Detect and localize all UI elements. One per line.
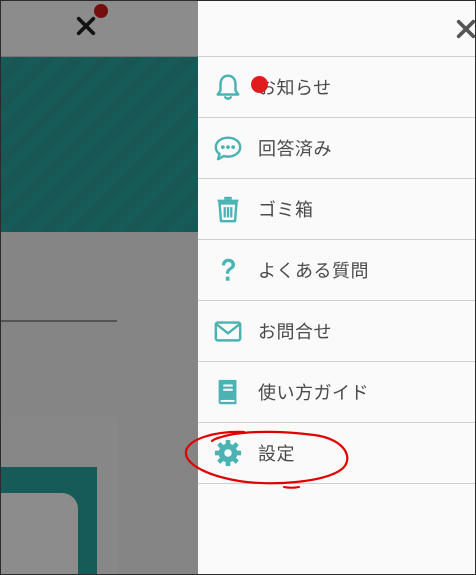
screenshot-frame: お知らせ 回答済み ゴミ箱 よくある質問 お問合せ 使い方ガイド 設定 <box>0 0 476 575</box>
drawer-header <box>198 1 475 57</box>
menu-label-trash: ゴミ箱 <box>258 200 314 221</box>
gear-icon <box>212 437 244 469</box>
trash-icon <box>212 193 244 225</box>
question-icon <box>212 254 244 286</box>
menu-item-guide[interactable]: 使い方ガイド <box>198 362 475 423</box>
menu-label-answered: 回答済み <box>258 139 332 160</box>
menu-label-faq: よくある質問 <box>258 261 369 282</box>
notification-badge <box>251 76 268 93</box>
book-icon <box>212 376 244 408</box>
menu-label-contact: お問合せ <box>258 322 332 343</box>
menu-item-notifications[interactable]: お知らせ <box>198 57 475 118</box>
envelope-icon <box>212 315 244 347</box>
menu-label-settings: 設定 <box>258 444 295 465</box>
menu-item-faq[interactable]: よくある質問 <box>198 240 475 301</box>
chat-bubble-icon <box>212 132 244 164</box>
menu-item-answered[interactable]: 回答済み <box>198 118 475 179</box>
menu-label-notifications: お知らせ <box>258 78 332 99</box>
menu-label-guide: 使い方ガイド <box>258 383 369 404</box>
dim-overlay[interactable] <box>1 1 198 574</box>
side-drawer: お知らせ 回答済み ゴミ箱 よくある質問 お問合せ 使い方ガイド 設定 <box>198 1 475 574</box>
menu-item-trash[interactable]: ゴミ箱 <box>198 179 475 240</box>
menu-item-contact[interactable]: お問合せ <box>198 301 475 362</box>
close-icon[interactable] <box>455 16 475 42</box>
bell-icon <box>212 71 268 103</box>
menu-item-settings[interactable]: 設定 <box>198 423 475 484</box>
